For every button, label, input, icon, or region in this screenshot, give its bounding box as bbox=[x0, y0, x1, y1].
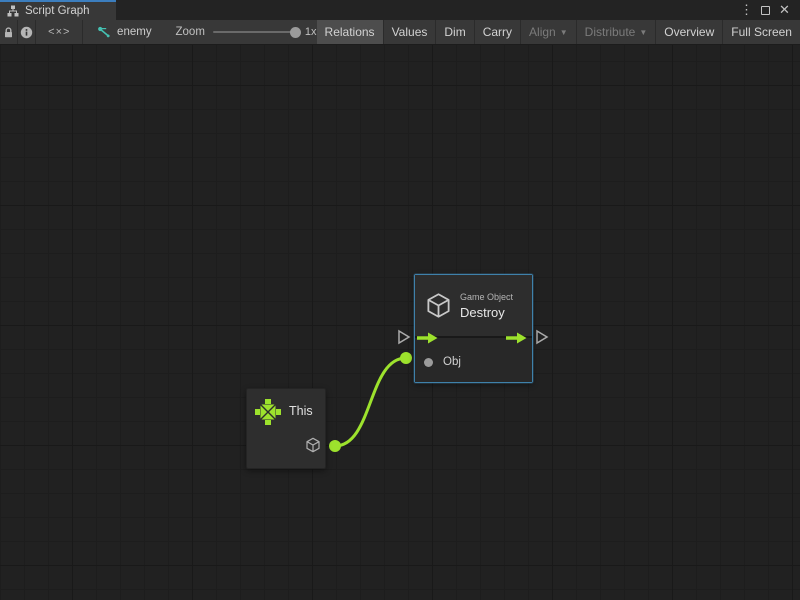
tab-script-graph[interactable]: Script Graph bbox=[0, 0, 116, 20]
node-kind: Game Object bbox=[460, 292, 513, 302]
values-button[interactable]: Values bbox=[384, 20, 437, 44]
toolbar: <×> enemy Zoom 1x Relations Values bbox=[0, 20, 800, 45]
connections-overlay bbox=[0, 45, 800, 600]
connection-end-dot[interactable] bbox=[400, 352, 412, 364]
dropdown-caret-icon: ▼ bbox=[560, 28, 568, 37]
distribute-dropdown[interactable]: Distribute ▼ bbox=[577, 20, 657, 44]
full-screen-button[interactable]: Full Screen bbox=[723, 20, 800, 44]
node-destroy[interactable]: Game Object Destroy Obj bbox=[414, 274, 533, 383]
align-dropdown[interactable]: Align ▼ bbox=[521, 20, 577, 44]
node-header: Game Object Destroy bbox=[415, 275, 532, 336]
carry-button[interactable]: Carry bbox=[475, 20, 521, 44]
node-title: This bbox=[289, 404, 313, 418]
graph-canvas[interactable]: This Game Object Destroy Obj bbox=[0, 45, 800, 600]
flow-arrow-out-icon[interactable] bbox=[506, 332, 527, 344]
converge-icon bbox=[254, 398, 282, 426]
connection-wire[interactable] bbox=[335, 358, 406, 446]
script-graph-icon bbox=[7, 5, 19, 17]
zoom-value: 1x bbox=[305, 26, 317, 38]
zoom-label: Zoom bbox=[176, 26, 205, 38]
flow-output-port[interactable] bbox=[537, 331, 547, 343]
relations-button[interactable]: Relations bbox=[317, 20, 384, 44]
info-icon bbox=[20, 26, 33, 39]
graph-breadcrumb[interactable]: enemy bbox=[83, 20, 165, 44]
dim-button[interactable]: Dim bbox=[436, 20, 474, 44]
overview-button[interactable]: Overview bbox=[656, 20, 723, 44]
zoom-slider-knob[interactable] bbox=[290, 27, 301, 38]
code-preview-toggle[interactable]: <×> bbox=[36, 20, 83, 44]
info-button[interactable] bbox=[18, 20, 36, 44]
close-icon[interactable]: ✕ bbox=[775, 0, 794, 20]
this-output-port[interactable] bbox=[329, 440, 341, 452]
graph-name: enemy bbox=[117, 26, 152, 38]
flow-input-port[interactable] bbox=[399, 331, 409, 343]
obj-port-label: Obj bbox=[443, 356, 461, 368]
tab-title: Script Graph bbox=[25, 5, 90, 17]
script-graph-window: Script Graph ⋮ ✕ <×> bbox=[0, 0, 800, 600]
dropdown-caret-icon: ▼ bbox=[639, 28, 647, 37]
toolbar-buttons: Relations Values Dim Carry Align ▼ Distr… bbox=[317, 20, 800, 44]
obj-value-port[interactable] bbox=[424, 358, 433, 367]
node-title: Destroy bbox=[460, 305, 513, 320]
titlebar: Script Graph ⋮ ✕ bbox=[0, 0, 800, 20]
zoom-control: Zoom 1x bbox=[166, 20, 317, 44]
cube-icon bbox=[425, 292, 452, 319]
kebab-menu-icon[interactable]: ⋮ bbox=[737, 0, 756, 20]
node-this[interactable]: This bbox=[246, 388, 326, 469]
graph-icon bbox=[97, 26, 111, 39]
cube-icon[interactable] bbox=[305, 437, 321, 453]
flow-arrow-in-icon[interactable] bbox=[417, 332, 438, 344]
zoom-slider-track[interactable] bbox=[213, 31, 297, 33]
window-controls: ⋮ ✕ bbox=[737, 0, 800, 20]
maximize-icon[interactable] bbox=[756, 0, 775, 20]
lock-icon bbox=[2, 26, 15, 39]
lock-button[interactable] bbox=[0, 20, 18, 44]
